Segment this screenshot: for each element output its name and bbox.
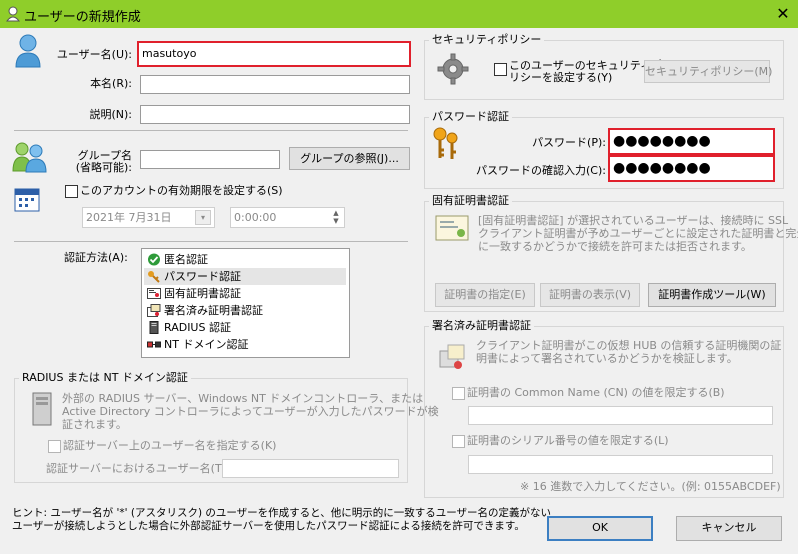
radius-username-checkbox[interactable] [48,440,61,453]
server-icon [149,321,159,334]
signed-cert-group-title: 署名済み証明書認証 [429,319,534,333]
security-policy-checkbox[interactable] [494,63,507,76]
confirm-password-input[interactable]: ●●●●●●●● [608,155,775,182]
cert-specify-button[interactable]: 証明書の指定(E) [435,283,535,307]
radius-desc-line1: 外部の RADIUS サーバー、Windows NT ドメインコントローラ、また… [62,392,424,405]
hint-line1: ヒント: ユーザー名が '*' (アスタリスク) のユーザーを作成すると、他に明… [12,507,552,519]
group-input[interactable] [140,150,280,169]
gear-icon [437,53,469,85]
cn-checkbox[interactable] [452,387,465,400]
close-icon[interactable]: ✕ [772,3,794,25]
password-group-title: パスワード認証 [429,110,512,124]
signed-certificate-large-icon [439,344,465,369]
cert-desc-line3: に一致するかどうかで接続を許可または拒否されます。 [478,240,752,253]
auth-method-password[interactable]: パスワード認証 [144,268,346,285]
ok-button[interactable]: OK [547,516,653,541]
cert-view-button[interactable]: 証明書の表示(V) [540,283,640,307]
hint-line2: ユーザーが接続しようとした場合に外部認証サーバーを使用したパスワード認証による接… [12,520,525,532]
password-input[interactable]: ●●●●●●●● [608,128,775,155]
username-input[interactable]: masutoyo [137,41,411,67]
hex-note: ※ 16 進数で入力してください。(例: 0155ABCDEF) [520,480,781,493]
cert-group-title: 固有証明書認証 [429,194,512,208]
password-value: ●●●●●●●● [613,133,711,149]
auth-method-anonymous[interactable]: 匿名認証 [144,251,346,268]
calendar-icon [14,188,40,212]
cert-desc-line2: クライアント証明書が予めユーザーごとに設定された証明書と完全 [478,227,798,240]
certificate-large-icon [435,215,469,241]
serial-input[interactable] [468,455,773,474]
description-input[interactable] [140,105,410,124]
realname-input[interactable] [140,75,410,94]
cn-input[interactable] [468,406,773,425]
expiry-checkbox[interactable] [65,185,78,198]
group-label-line2: (省略可能): [75,161,132,174]
expiry-time-input[interactable]: 0:00:00 ▲ ▼ [230,207,345,228]
divider [14,130,408,131]
expiry-date-value: 2021年 7月31日 [86,211,172,224]
radius-username-checkbox-label: 認証サーバー上のユーザー名を指定する(K) [63,439,277,452]
description-label: 説明(N): [89,108,132,121]
security-policy-checkbox-line2: リシーを設定する(Y) [509,71,613,84]
expiry-checkbox-label: このアカウントの有効期限を設定する(S) [80,184,283,197]
group-icon [12,142,47,173]
realname-label: 本名(R): [90,77,132,90]
cancel-button[interactable]: キャンセル [676,516,782,541]
expiry-time-value: 0:00:00 [234,211,277,224]
serial-checkbox-label: 証明書のシリアル番号の値を限定する(L) [467,434,669,447]
auth-method-radius[interactable]: RADIUS 認証 [144,319,346,336]
time-spinner-icon[interactable]: ▲ ▼ [329,209,343,226]
divider [14,241,408,242]
keys-icon [433,127,458,159]
auth-method-nt-domain[interactable]: NT ドメイン認証 [144,336,346,353]
auth-method-list[interactable]: 匿名認証 パスワード認証 固有証明書認証 署名済み証明書認証 RADIUS 認証… [141,248,350,358]
server-username-input[interactable] [222,459,399,478]
browse-group-button[interactable]: グループの参照(J)... [289,147,410,170]
calendar-dropdown-icon[interactable]: ▾ [195,210,211,225]
user-large-icon [15,34,41,68]
cert-desc-line1: [固有証明書認証] が選択されているユーザーは、接続時に SSL [478,214,789,227]
auth-method-label: 認証方法(A): [64,251,128,264]
check-circle-icon [148,253,160,266]
signed-cert-desc-line1: クライアント証明書がこの仮想 HUB の信頼する証明機関の証 [476,339,782,352]
radius-desc-line3: 証されます。 [62,418,127,431]
window-title: ユーザーの新規作成 [24,10,141,25]
radius-desc-line2: Active Directory コントローラによってユーザーが入力したパスワー… [62,405,439,418]
server-username-label: 認証サーバーにおけるユーザー名(T): [46,462,230,475]
cert-tool-button[interactable]: 証明書作成ツール(W) [648,283,776,307]
serial-checkbox[interactable] [452,435,465,448]
network-icon [147,341,161,348]
password-label: パスワード(P): [532,136,606,149]
certificate-icon [147,288,161,299]
cn-checkbox-label: 証明書の Common Name (CN) の値を限定する(B) [467,386,725,399]
username-label: ユーザー名(U): [56,48,132,61]
auth-method-signed-cert[interactable]: 署名済み証明書認証 [144,302,346,319]
server-tower-icon [32,392,52,426]
radius-group-title: RADIUS または NT ドメイン認証 [19,371,191,385]
expiry-date-picker[interactable]: 2021年 7月31日 ▾ [82,207,215,228]
security-policy-button[interactable]: セキュリティポリシー(M) [644,60,772,83]
user-icon [6,6,20,22]
confirm-password-value: ●●●●●●●● [613,160,711,176]
signed-cert-desc-line2: 明書によって署名されているかどうかを検証します。 [476,352,738,365]
signed-certificate-icon [147,304,161,317]
auth-method-cert[interactable]: 固有証明書認証 [144,285,346,302]
key-icon [148,271,160,283]
confirm-password-label: パスワードの確認入力(C): [476,164,606,177]
security-policy-title: セキュリティポリシー [429,33,545,47]
